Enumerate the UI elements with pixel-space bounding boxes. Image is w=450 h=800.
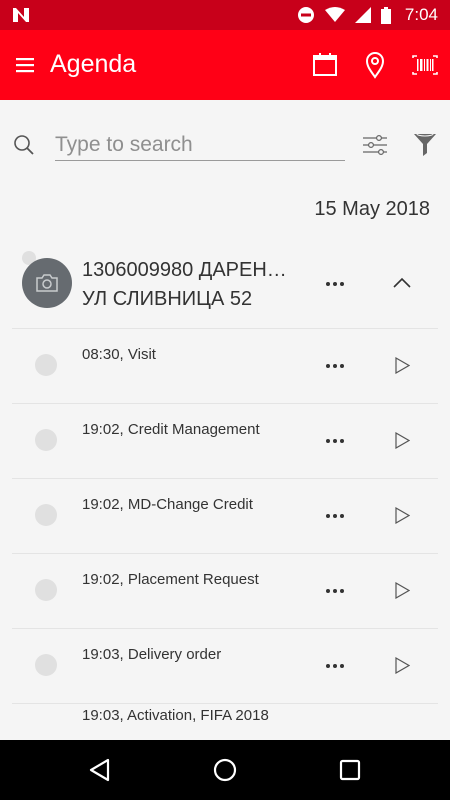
agenda-item[interactable]: 19:03, Delivery order	[0, 628, 450, 703]
sort-sliders-icon[interactable]	[362, 132, 388, 158]
system-nav-bar	[0, 740, 450, 800]
more-options-icon[interactable]	[326, 664, 344, 668]
camera-icon	[36, 274, 58, 292]
more-options-icon[interactable]	[326, 514, 344, 518]
agenda-item[interactable]: 19:02, MD-Change Credit	[0, 478, 450, 553]
search-input[interactable]	[55, 130, 345, 161]
filter-funnel-icon[interactable]	[413, 131, 437, 157]
item-status-dot	[35, 654, 57, 676]
play-icon[interactable]	[395, 657, 410, 674]
item-status-dot	[35, 354, 57, 376]
item-status-dot	[35, 579, 57, 601]
location-pin-icon[interactable]	[360, 50, 390, 80]
n-notification-icon	[13, 8, 29, 22]
play-icon[interactable]	[395, 582, 410, 599]
chevron-up-icon[interactable]	[392, 275, 412, 289]
page-title: Agenda	[50, 50, 137, 78]
more-options-icon[interactable]	[326, 282, 344, 286]
customer-group-header[interactable]: 1306009980 ДАРЕН… УЛ СЛИВНИЦА 52	[0, 245, 450, 328]
agenda-item-label[interactable]: 19:03, Activation, FIFA 2018	[82, 707, 269, 724]
recents-icon[interactable]	[337, 757, 363, 783]
agenda-item[interactable]: 19:02, Placement Request	[0, 553, 450, 628]
agenda-item-label: 19:02, Placement Request	[82, 571, 259, 588]
customer-avatar[interactable]	[22, 258, 72, 308]
status-time: 7:04	[404, 5, 438, 24]
customer-address: УЛ СЛИВНИЦА 52	[82, 288, 253, 310]
do-not-disturb-icon	[297, 7, 314, 23]
more-options-icon[interactable]	[326, 439, 344, 443]
more-options-icon[interactable]	[326, 364, 344, 368]
wifi-icon	[324, 7, 345, 22]
battery-icon	[380, 6, 391, 24]
agenda-item-label: 08:30, Visit	[82, 346, 156, 363]
search-bar	[0, 120, 450, 170]
calendar-icon[interactable]	[310, 50, 340, 80]
app-bar: Agenda	[0, 30, 450, 100]
barcode-scan-icon[interactable]	[410, 50, 440, 80]
search-icon[interactable]	[13, 134, 35, 156]
signal-icon	[354, 7, 371, 23]
divider	[12, 703, 438, 704]
more-options-icon[interactable]	[326, 589, 344, 593]
agenda-item-label: 19:02, MD-Change Credit	[82, 496, 253, 513]
play-icon[interactable]	[395, 507, 410, 524]
home-icon[interactable]	[212, 757, 238, 783]
hamburger-menu-icon[interactable]	[14, 55, 36, 75]
play-icon[interactable]	[395, 432, 410, 449]
agenda-item[interactable]: 08:30, Visit	[0, 328, 450, 403]
play-icon[interactable]	[395, 357, 410, 374]
agenda-item[interactable]: 19:02, Credit Management	[0, 403, 450, 478]
agenda-item-label: 19:03, Delivery order	[82, 646, 222, 663]
date-header: 15 May 2018	[314, 198, 430, 220]
customer-id-name: 1306009980 ДАРЕН…	[82, 259, 287, 281]
agenda-item-label: 19:02, Credit Management	[82, 421, 260, 438]
item-status-dot	[35, 504, 57, 526]
status-bar: 7:04	[0, 0, 450, 30]
item-status-dot	[35, 429, 57, 451]
back-icon[interactable]	[87, 757, 113, 783]
